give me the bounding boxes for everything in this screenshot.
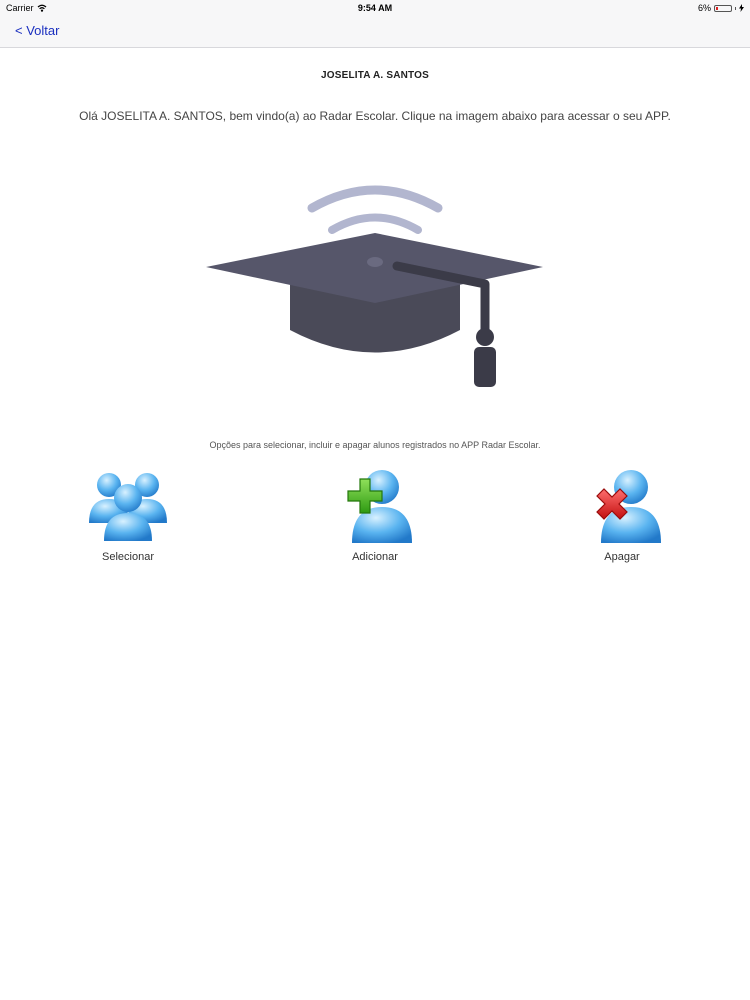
page-title: JOSELITA A. SANTOS (320, 70, 430, 81)
delete-user-icon (596, 470, 661, 543)
battery-percent: 6% (697, 3, 711, 13)
users-group-icon (89, 473, 167, 541)
delete-label: Apagar (604, 551, 640, 563)
status-time: 9:54 AM (357, 3, 393, 13)
add-student-button[interactable]: Adicionar (320, 465, 430, 563)
battery-icon (714, 4, 732, 12)
battery-indicator: 6% (698, 3, 744, 13)
back-button[interactable]: < Voltar (15, 23, 59, 38)
add-user-icon (347, 470, 412, 543)
charging-icon (739, 4, 744, 12)
welcome-message: Olá JOSELITA A. SANTOS, bem vindo(a) ao … (79, 109, 671, 123)
add-label: Adicionar (352, 551, 398, 563)
select-label: Selecionar (102, 551, 154, 563)
delete-student-button[interactable]: Apagar (567, 465, 677, 563)
status-bar: Carrier 9:54 AM 6% (0, 0, 750, 16)
select-students-button[interactable]: Selecionar (73, 465, 183, 563)
options-description: Opções para selecionar, incluir e apagar… (209, 440, 541, 450)
navigation-bar: < Voltar (0, 16, 750, 48)
graduation-cap-app-button[interactable] (200, 180, 550, 395)
